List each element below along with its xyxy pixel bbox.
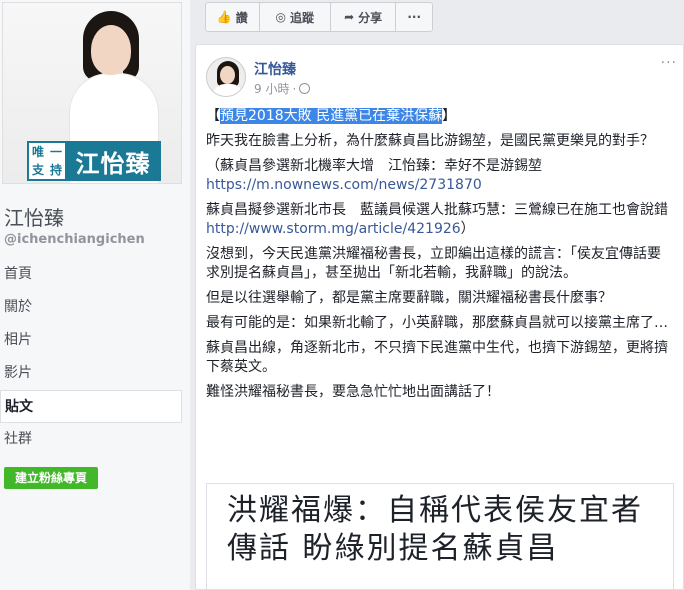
page-action-bar: 👍 讚 ◎ 追蹤 ➦ 分享 ···: [205, 2, 433, 32]
post-paragraph: （蘇貞昌參選新北機率大增 江怡臻：幸好不是游錫堃 https://m.nowne…: [206, 157, 674, 195]
share-label: 分享: [358, 10, 383, 25]
facebook-page: 唯 一 支 持 江怡臻 江怡臻 @ichenchiangichen 首頁 關於 …: [0, 0, 684, 590]
create-page-button[interactable]: 建立粉絲專頁: [4, 467, 98, 489]
paren-close: ）: [460, 221, 475, 237]
left-sidebar: 唯 一 支 持 江怡臻 江怡臻 @ichenchiangichen 首頁 關於 …: [0, 0, 190, 590]
avatar-face: [220, 66, 235, 84]
post-headline: 【預見2018大敗 民進黨已在棄洪保蘇】: [206, 107, 674, 126]
nav-item-posts[interactable]: 貼文: [0, 390, 182, 423]
post-paragraph: 蘇貞昌擬參選新北市長 藍議員候選人批蘇巧慧：三鶯線已在施工也會說錯 http:/…: [206, 201, 674, 239]
selected-headline-text: 預見2018大敗 民進黨已在棄洪保蘇: [220, 108, 443, 124]
bracket-open: 【: [206, 108, 220, 124]
nav-item-photos[interactable]: 相片: [0, 324, 182, 357]
bracket-close: 】: [442, 108, 457, 124]
badge-char: 唯: [31, 145, 44, 159]
thumbs-up-icon: 👍: [216, 10, 232, 24]
page-name[interactable]: 江怡臻: [4, 202, 64, 231]
name-badge: 江怡臻: [65, 141, 161, 181]
author-avatar[interactable]: [206, 57, 246, 97]
share-page-button[interactable]: ➦ 分享: [331, 3, 397, 31]
preview-title-line: 洪耀福爆：自稱代表侯友宜者: [227, 493, 643, 528]
post-options-icon[interactable]: ···: [661, 55, 677, 71]
rss-icon: ◎: [275, 10, 286, 24]
link-preview[interactable]: 洪耀福爆：自稱代表侯友宜者 傳話 盼綠別提名蘇貞昌: [206, 483, 674, 590]
badge-char: 一: [49, 145, 62, 159]
badge-char: 支: [31, 163, 44, 177]
follow-button[interactable]: ◎ 追蹤: [260, 3, 331, 31]
post-paragraph: 難怪洪耀福秘書長，要急急忙忙地出面講話了！: [206, 384, 500, 400]
post-paragraph: 蘇貞昌出線，角逐新北市，不只擠下民進黨中生代，也擠下游錫堃，更將擠下蔡英文。: [206, 340, 668, 375]
post-meta: 9 小時 ·: [254, 80, 311, 97]
more-options-button[interactable]: ···: [396, 3, 432, 31]
page-handle[interactable]: @ichenchiangichen: [4, 232, 145, 247]
post-link[interactable]: http://www.storm.mg/article/421926: [206, 221, 461, 237]
post-time[interactable]: 9 小時: [254, 80, 289, 97]
post-card: 江怡臻 9 小時 · ··· 【預見2018大敗 民進黨已在棄洪保蘇】 昨天我在…: [195, 44, 684, 590]
nav-item-community[interactable]: 社群: [0, 423, 182, 456]
preview-title-line: 傳話 盼綠別提名蘇貞昌: [227, 531, 559, 566]
post-link[interactable]: https://m.nownews.com/news/2731870: [206, 176, 674, 195]
separator-dot: ·: [292, 81, 297, 96]
post-paragraph: 但是以往選舉輸了，都是黨主席要辭職，關洪耀福秘書長什麼事？: [206, 290, 612, 306]
nav-item-about[interactable]: 關於: [0, 291, 182, 324]
paragraph-text: （蘇貞昌參選新北機率大增 江怡臻：幸好不是游錫堃: [206, 158, 542, 174]
nav-item-home[interactable]: 首頁: [0, 258, 182, 291]
avatar-body: [213, 84, 243, 96]
paragraph-text: 蘇貞昌擬參選新北市長 藍議員候選人批蘇巧慧：三鶯線已在施工也會說錯: [206, 202, 668, 218]
like-label: 讚: [235, 10, 248, 25]
profile-photo[interactable]: 唯 一 支 持 江怡臻: [2, 2, 182, 184]
more-dots-icon: ···: [407, 10, 422, 24]
post-paragraph: 最有可能的是：如果新北輸了，小英辭職，那麼蘇貞昌就可以接黨主席了…: [206, 315, 668, 331]
like-page-button[interactable]: 👍 讚: [206, 3, 260, 31]
globe-icon: [299, 83, 311, 94]
post-paragraph: 沒想到，今天民進黨洪耀福秘書長，立即編出這樣的謊言：「侯友宜傳話要求別提名蘇貞昌…: [206, 246, 661, 281]
support-badge: 唯 一 支 持: [27, 141, 67, 181]
portrait-face: [91, 25, 131, 75]
share-arrow-icon: ➦: [344, 10, 355, 24]
post-paragraph: 昨天我在臉書上分析，為什麼蘇貞昌比游錫堃，是國民黨更樂見的對手？: [206, 133, 654, 149]
page-nav: 首頁 關於 相片 影片 貼文 社群: [0, 258, 182, 456]
nav-item-videos[interactable]: 影片: [0, 357, 182, 390]
post-author[interactable]: 江怡臻: [254, 59, 296, 79]
badge-char: 持: [49, 163, 62, 177]
post-body: 【預見2018大敗 民進黨已在棄洪保蘇】 昨天我在臉書上分析，為什麼蘇貞昌比游錫…: [206, 107, 674, 408]
follow-label: 追蹤: [289, 10, 314, 25]
